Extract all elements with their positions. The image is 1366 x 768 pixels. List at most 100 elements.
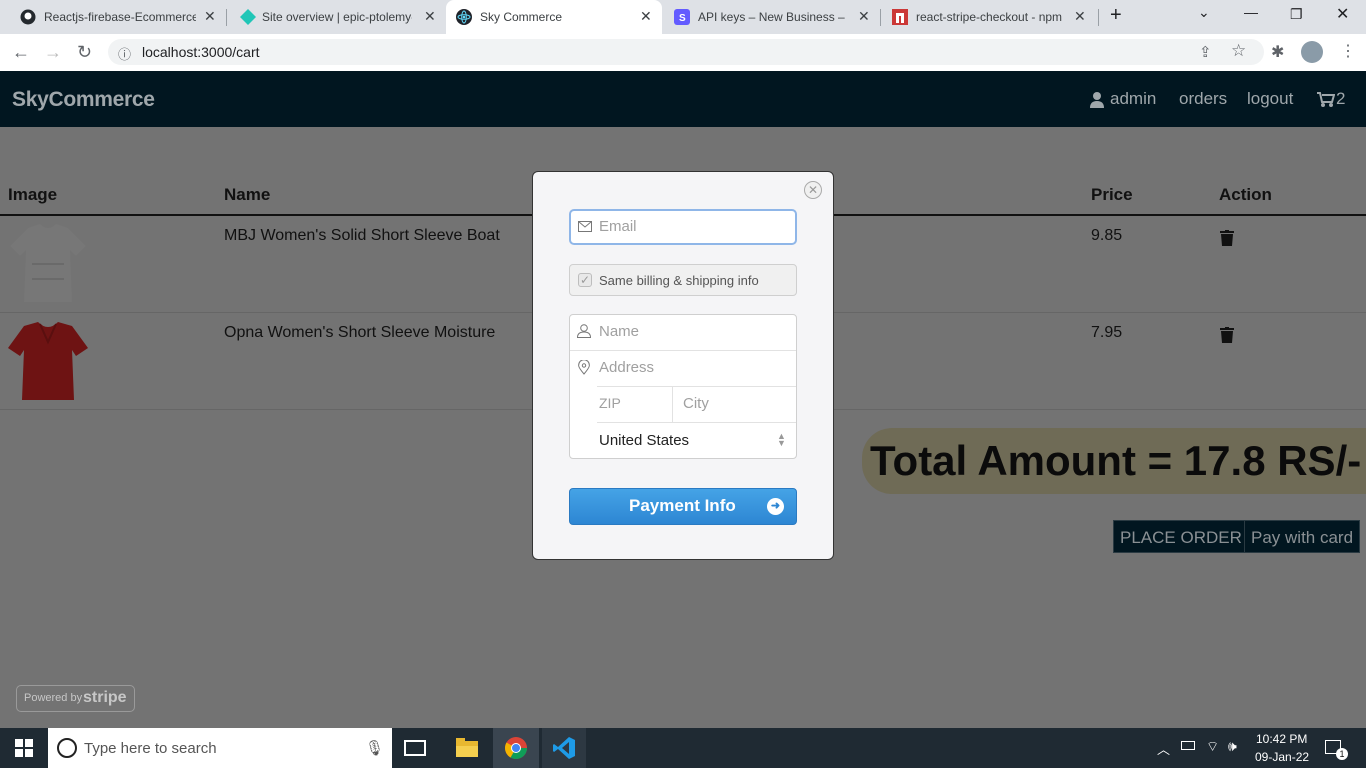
field-divider	[672, 387, 673, 422]
payment-info-label: Payment Info	[629, 496, 736, 515]
speaker-icon[interactable]: 🕪	[1228, 738, 1237, 755]
vscode-icon	[553, 737, 575, 764]
tab-search-chevron-icon[interactable]: ⌄	[1198, 4, 1210, 21]
person-icon	[576, 324, 592, 341]
nav-orders[interactable]: orders	[1179, 89, 1227, 109]
cart-icon[interactable]	[1317, 91, 1336, 113]
notification-count: 1	[1336, 748, 1348, 760]
svg-text:S: S	[679, 13, 686, 24]
product-name: Opna Women's Short Sleeve Moisture	[224, 324, 496, 341]
field-divider	[597, 386, 796, 387]
country-select[interactable]: United States	[599, 432, 689, 449]
col-header-price: Price	[1091, 185, 1133, 204]
netlify-icon	[240, 9, 256, 25]
tab-github[interactable]: Reactjs-firebase-Ecommerce- ✕	[0, 0, 226, 34]
react-icon	[456, 9, 472, 25]
select-arrows-icon: ▲ ▼	[777, 431, 786, 448]
total-amount: Total Amount = 17.8 RS/-	[862, 428, 1366, 494]
location-pin-icon	[578, 359, 590, 378]
close-icon[interactable]: ✕	[640, 8, 652, 25]
close-icon[interactable]: ✕	[424, 8, 436, 25]
share-icon[interactable]: ⇪	[1199, 43, 1212, 61]
info-icon[interactable]: ⓘ	[118, 44, 131, 63]
close-icon[interactable]: ✕	[1074, 8, 1086, 25]
tab-divider	[880, 9, 881, 26]
profile-avatar[interactable]	[1301, 41, 1323, 63]
app-navbar	[0, 71, 1366, 127]
vscode-taskbar-item[interactable]	[542, 728, 586, 768]
modal-close-icon[interactable]: ✕	[804, 181, 822, 199]
minimize-icon[interactable]: —	[1244, 4, 1258, 20]
tab-title: Site overview | epic-ptolemy-	[262, 10, 412, 24]
arrow-right-icon: ➜	[767, 498, 784, 515]
chrome-taskbar-item[interactable]	[493, 728, 539, 768]
clock-time[interactable]: 10:42 PM	[1256, 732, 1307, 746]
restore-icon[interactable]: ❐	[1290, 6, 1303, 23]
powered-by-stripe-badge[interactable]: Powered by stripe	[16, 685, 135, 712]
cortana-icon	[57, 738, 77, 758]
field-divider	[597, 422, 796, 423]
taskbar-search-placeholder: Type here to search	[84, 740, 217, 757]
col-header-action: Action	[1219, 185, 1272, 204]
microphone-icon[interactable]: 🎙	[365, 739, 384, 757]
github-icon	[20, 9, 36, 25]
close-icon[interactable]: ✕	[858, 8, 870, 25]
product-price: 9.85	[1091, 227, 1123, 244]
tray-chevron-icon[interactable]: ︿	[1157, 739, 1170, 758]
address-field[interactable]: Address	[599, 359, 654, 376]
nav-logout[interactable]: logout	[1247, 89, 1293, 109]
user-icon	[1090, 91, 1104, 113]
stripe-icon: S	[674, 9, 690, 25]
city-field[interactable]: City	[683, 395, 709, 412]
tab-title: react-stripe-checkout - npm	[916, 10, 1063, 24]
tab-stripe[interactable]: S API keys – New Business – St ✕	[664, 0, 880, 34]
task-view-icon[interactable]	[404, 740, 426, 756]
reload-icon[interactable]: ↻	[77, 42, 92, 63]
wifi-icon[interactable]: ⌔	[1206, 738, 1219, 756]
zip-field[interactable]: ZIP	[599, 395, 621, 411]
file-explorer-icon[interactable]	[456, 738, 478, 763]
close-icon[interactable]: ✕	[204, 8, 216, 25]
extensions-icon[interactable]: ✱	[1271, 42, 1284, 62]
same-billing-checkbox[interactable]: ✓	[578, 273, 592, 287]
pay-with-card-button[interactable]: Pay with card	[1244, 520, 1361, 553]
product-name: MBJ Women's Solid Short Sleeve Boat	[224, 227, 500, 244]
tab-divider	[226, 9, 227, 26]
same-billing-label: Same billing & shipping info	[599, 273, 759, 288]
url-text[interactable]: localhost:3000/cart	[142, 44, 260, 60]
trash-icon[interactable]	[1220, 327, 1234, 348]
product-price: 7.95	[1091, 324, 1123, 341]
col-header-image: Image	[8, 185, 58, 204]
tab-title: Sky Commerce	[480, 10, 563, 24]
envelope-icon	[578, 219, 592, 235]
trash-icon[interactable]	[1220, 230, 1234, 251]
menu-kebab-icon[interactable]: ⋮	[1340, 41, 1356, 61]
brand-logo[interactable]: SkyCommerce	[12, 88, 155, 112]
forward-icon[interactable]: →	[44, 42, 62, 63]
address-bar[interactable]	[108, 39, 1264, 65]
col-header-name: Name	[224, 185, 271, 204]
email-placeholder: Email	[599, 218, 637, 235]
tab-netlify[interactable]: Site overview | epic-ptolemy- ✕	[228, 0, 444, 34]
cart-count[interactable]: 2	[1336, 89, 1345, 109]
nav-user[interactable]: admin	[1110, 89, 1156, 109]
battery-icon[interactable]	[1181, 741, 1195, 750]
product-image	[8, 322, 88, 402]
window-close-icon[interactable]: ✕	[1336, 4, 1349, 24]
npm-icon	[892, 9, 908, 25]
windows-start-icon[interactable]	[15, 739, 33, 762]
chrome-icon	[505, 737, 527, 764]
tab-npm[interactable]: react-stripe-checkout - npm ✕	[882, 0, 1098, 34]
tab-title: API keys – New Business – St	[698, 10, 848, 24]
tab-sky-commerce[interactable]: Sky Commerce ✕	[446, 0, 662, 34]
powered-by-label: Powered by	[24, 692, 83, 704]
name-field[interactable]: Name	[599, 323, 639, 340]
place-order-button[interactable]: PLACE ORDER	[1113, 520, 1249, 553]
field-divider	[570, 350, 796, 351]
back-icon[interactable]: ←	[12, 42, 30, 63]
new-tab-icon[interactable]: +	[1110, 4, 1122, 27]
stripe-wordmark: stripe	[83, 689, 127, 706]
clock-date[interactable]: 09-Jan-22	[1255, 750, 1309, 764]
tab-divider	[1098, 9, 1099, 26]
bookmark-star-icon[interactable]: ☆	[1231, 41, 1246, 61]
